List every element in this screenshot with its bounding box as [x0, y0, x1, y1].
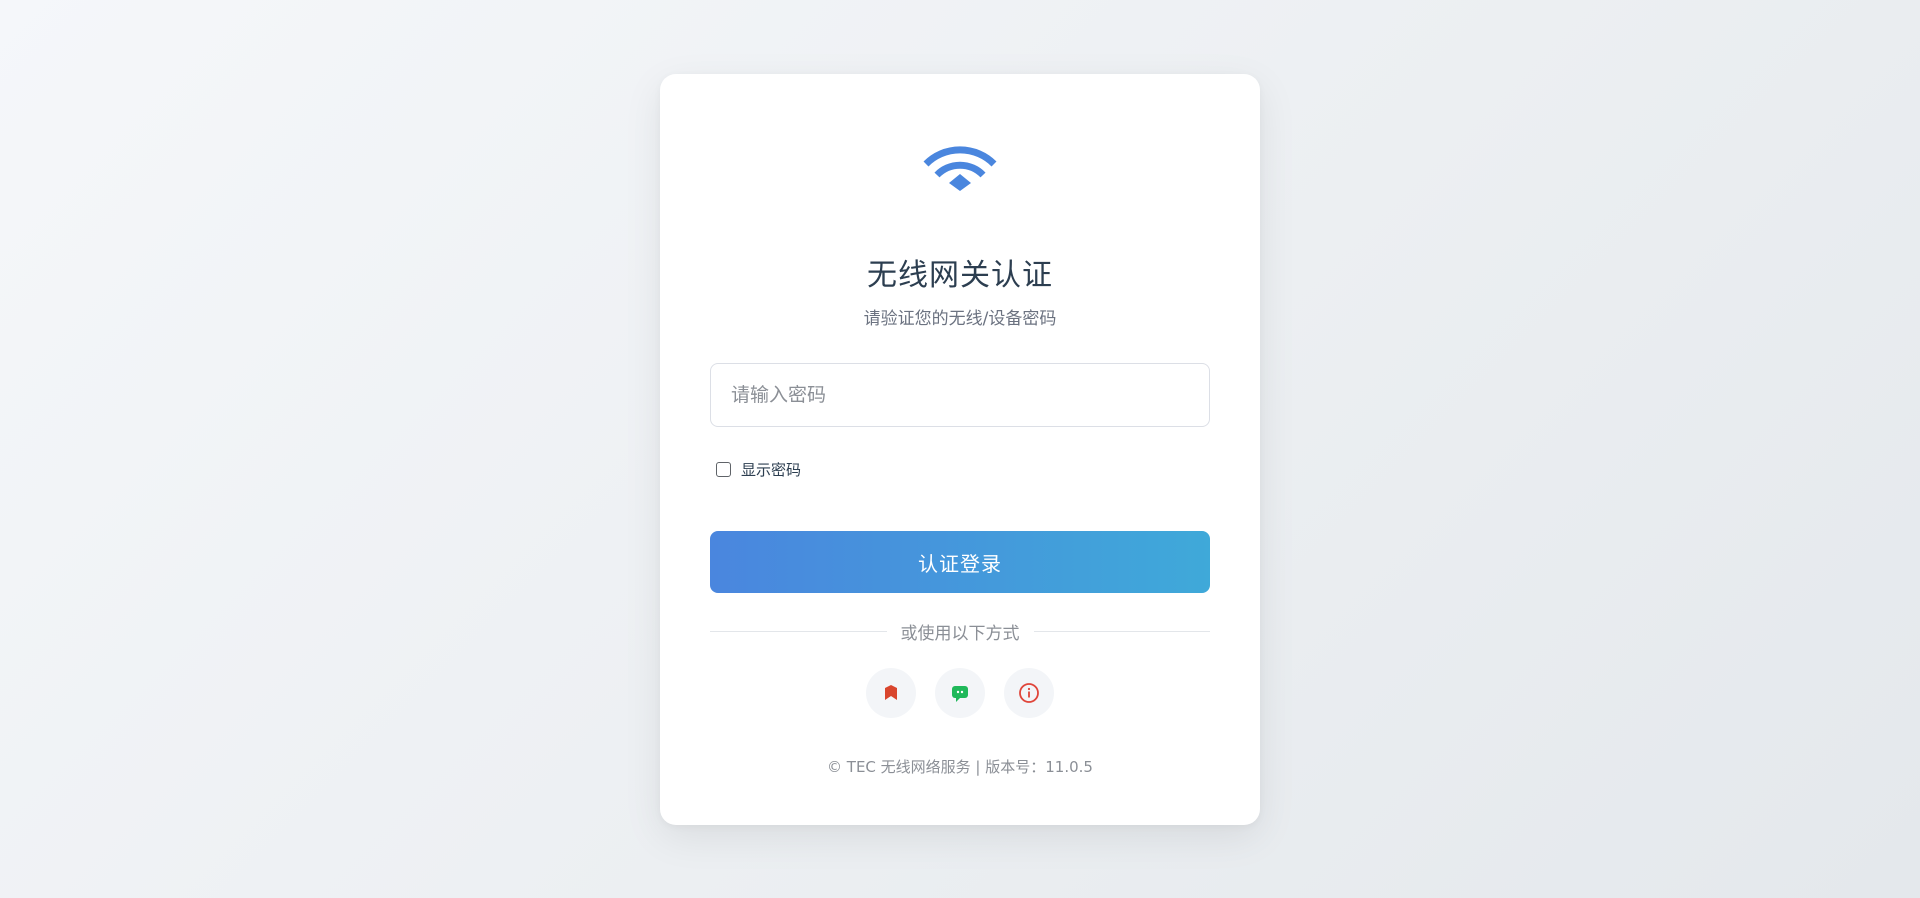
footer-copyright: © TEC 无线网络服务 | 版本号：11.0.5	[827, 758, 1093, 776]
wifi-icon	[923, 146, 997, 191]
login-button[interactable]: 认证登录	[710, 531, 1210, 593]
divider-line-right	[1033, 630, 1210, 632]
alt-method-chat-button[interactable]	[935, 668, 985, 718]
info-icon	[1019, 683, 1039, 703]
chat-icon	[952, 686, 968, 702]
alt-method-info-button[interactable]	[1004, 668, 1054, 718]
page-subtitle: 请验证您的无线/设备密码	[863, 309, 1057, 329]
password-input[interactable]	[710, 363, 1210, 427]
alt-methods	[660, 668, 1260, 718]
show-password-checkbox[interactable]	[716, 461, 731, 477]
alt-methods-divider: 或使用以下方式	[710, 619, 1210, 644]
page-title: 无线网关认证	[867, 258, 1053, 293]
divider-line-left	[710, 630, 887, 632]
divider-text: 或使用以下方式	[900, 623, 1020, 644]
alt-method-bookmark-button[interactable]	[866, 668, 916, 718]
bookmark-icon	[885, 685, 897, 700]
login-card: 无线网关认证 请验证您的无线/设备密码 显示密码 认证登录 或使用以下方式 © …	[660, 74, 1260, 825]
show-password-toggle[interactable]: 显示密码	[716, 458, 801, 480]
logo	[660, 144, 1260, 192]
show-password-label: 显示密码	[741, 460, 802, 479]
